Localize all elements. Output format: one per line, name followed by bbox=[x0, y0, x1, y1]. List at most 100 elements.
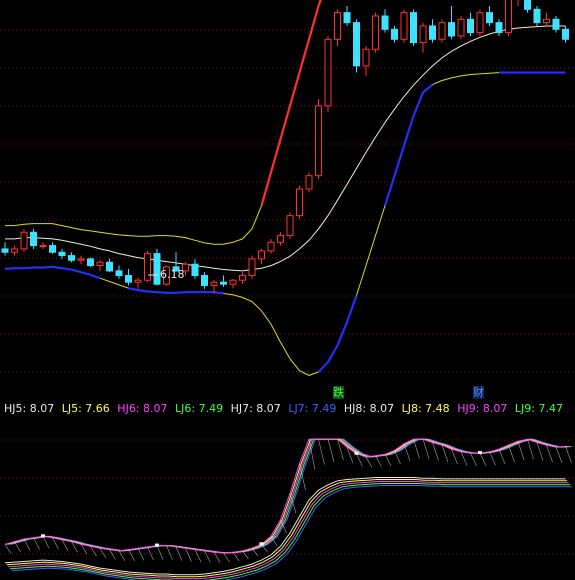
candle bbox=[353, 19, 360, 73]
candle-body bbox=[68, 255, 75, 261]
ribbon-hatch bbox=[23, 538, 31, 551]
lower-band-highlight bbox=[128, 287, 139, 292]
legend-hj6: HJ6: 8.07 bbox=[117, 402, 168, 415]
ribbon-hatch bbox=[498, 449, 506, 465]
candle bbox=[220, 275, 227, 287]
ribbon-hatch bbox=[232, 552, 240, 561]
candle-body bbox=[134, 279, 142, 283]
hj-marker bbox=[259, 542, 264, 546]
candle-body bbox=[334, 12, 341, 40]
ribbon-hatch bbox=[546, 445, 553, 463]
ribbon-hatch bbox=[508, 445, 515, 463]
candle bbox=[495, 19, 503, 36]
ribbon-hatch bbox=[365, 456, 373, 468]
candle bbox=[30, 228, 37, 249]
stock-chart-window: 6.18 跌 财 HJ5: 8.07 LJ5: 7.66 HJ6: 8.07 L… bbox=[0, 0, 575, 580]
ribbon-hatch bbox=[327, 439, 335, 463]
candle-body bbox=[144, 253, 151, 281]
candle-body bbox=[419, 25, 427, 44]
low-price-annotation: 6.18 bbox=[160, 268, 185, 281]
candle bbox=[324, 35, 332, 113]
candle bbox=[267, 238, 275, 254]
legend-hj5: HJ5: 8.07 bbox=[4, 402, 55, 415]
candle bbox=[58, 248, 66, 259]
lower-band-highlight bbox=[23, 266, 34, 270]
candle-body bbox=[429, 25, 436, 40]
indicator-legend: HJ5: 8.07 LJ5: 7.66 HJ6: 8.07 LJ6: 7.49 … bbox=[0, 401, 563, 417]
candle-body bbox=[30, 231, 37, 247]
candle bbox=[543, 12, 550, 28]
candle-body bbox=[239, 275, 246, 281]
candle-body bbox=[11, 248, 18, 253]
lower-band-highlight bbox=[336, 321, 349, 346]
lower-band-highlight bbox=[52, 265, 63, 270]
candle bbox=[134, 277, 142, 289]
candle bbox=[400, 9, 408, 43]
candle-body bbox=[410, 12, 417, 44]
lower-band-highlight bbox=[412, 92, 425, 117]
lower-band-highlight bbox=[80, 271, 91, 276]
upper-band-highlight bbox=[288, 72, 301, 107]
ribbon-hatch bbox=[318, 439, 325, 465]
ribbon-hatch bbox=[555, 447, 563, 464]
candle-body bbox=[49, 245, 56, 253]
hj-line bbox=[6, 438, 568, 554]
candle-body bbox=[277, 235, 284, 243]
legend-lj7: LJ7: 7.49 bbox=[288, 402, 337, 415]
ribbon-hatch bbox=[242, 550, 249, 559]
candle bbox=[106, 258, 113, 273]
candle bbox=[334, 9, 341, 46]
ribbon-hatch bbox=[118, 550, 126, 561]
candle bbox=[467, 12, 474, 36]
lower-band-highlight bbox=[147, 290, 158, 294]
candle bbox=[87, 257, 94, 267]
candle bbox=[77, 255, 85, 265]
candle-body bbox=[201, 275, 208, 287]
candle-body bbox=[229, 279, 237, 285]
candle bbox=[552, 15, 560, 33]
ribbon-hatch bbox=[536, 442, 544, 461]
candle bbox=[191, 258, 199, 279]
candle-body bbox=[267, 241, 275, 252]
candle bbox=[248, 255, 256, 279]
candle-body bbox=[476, 12, 484, 34]
hj-marker bbox=[478, 451, 482, 455]
lower-band-highlight bbox=[42, 265, 53, 269]
candle bbox=[429, 19, 436, 43]
lower-band-highlight bbox=[90, 273, 101, 280]
candle bbox=[438, 19, 446, 43]
main-price-panel[interactable] bbox=[0, 0, 575, 400]
ribbon-hatch bbox=[432, 442, 439, 461]
candle-body bbox=[353, 22, 360, 67]
candle bbox=[144, 250, 151, 283]
candle-body bbox=[448, 22, 455, 37]
ribbon-hatch bbox=[460, 451, 468, 466]
candle bbox=[20, 228, 28, 253]
candle bbox=[410, 9, 417, 46]
candle-body bbox=[87, 258, 94, 267]
ribbon-hatch bbox=[137, 548, 145, 561]
indicator-panel[interactable] bbox=[0, 420, 575, 580]
lower-band-highlight bbox=[71, 268, 82, 274]
signal-label-cai: 财 bbox=[473, 386, 484, 399]
candle-body bbox=[467, 18, 474, 34]
candle bbox=[457, 15, 465, 40]
candle bbox=[39, 242, 47, 249]
candle bbox=[315, 99, 322, 180]
candle-body bbox=[343, 12, 351, 24]
candle-body bbox=[438, 22, 446, 40]
lower-band-highlight bbox=[137, 289, 148, 293]
lower-band-highlight bbox=[156, 291, 167, 294]
candle bbox=[448, 6, 455, 40]
candle-body bbox=[258, 250, 265, 260]
candle bbox=[391, 25, 398, 43]
lower-band-highlight bbox=[402, 115, 415, 147]
lj-line bbox=[6, 479, 568, 578]
candle bbox=[296, 185, 303, 219]
candle bbox=[419, 22, 427, 53]
lower-band-highlight bbox=[422, 83, 434, 94]
ribbon-hatch bbox=[185, 548, 192, 562]
candle-body bbox=[20, 231, 28, 250]
candle bbox=[49, 242, 56, 254]
candle-body bbox=[191, 263, 199, 277]
